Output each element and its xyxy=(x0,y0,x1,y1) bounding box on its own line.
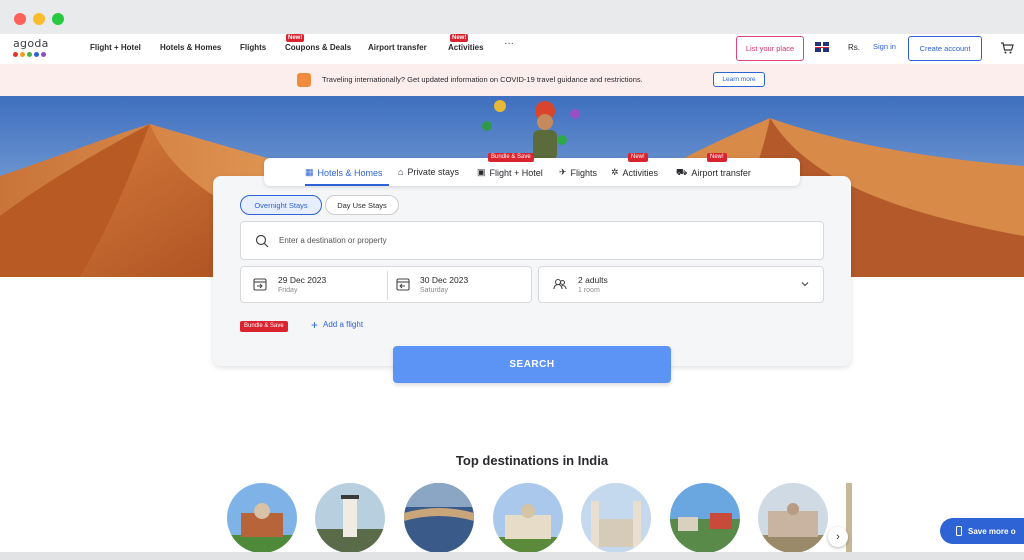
destination-placeholder: Enter a destination or property xyxy=(279,236,387,245)
nav-hotels-homes[interactable]: Hotels & Homes xyxy=(160,43,221,52)
site-header: agoda Flight + Hotel Hotels & Homes Flig… xyxy=(0,34,1024,64)
search-icon xyxy=(255,234,269,248)
logo-dots xyxy=(13,52,57,57)
tab-private-stays[interactable]: ⌂ Private stays xyxy=(398,167,459,177)
maximize-window-button[interactable] xyxy=(52,13,64,25)
destination-photo xyxy=(227,483,297,553)
window-controls xyxy=(14,13,64,25)
save-more-button[interactable]: Save more o xyxy=(940,518,1024,544)
nav-airport-transfer[interactable]: Airport transfer xyxy=(368,43,427,52)
section-title: Top destinations in India xyxy=(455,453,609,468)
new-badge: New! xyxy=(286,34,305,42)
product-tabs: ▦ Hotels & Homes ⌂ Private stays ▣ Fligh… xyxy=(264,158,800,186)
banner-text: Traveling internationally? Get updated i… xyxy=(322,75,643,84)
chevron-right-icon[interactable]: › xyxy=(828,527,848,547)
destination-card[interactable] xyxy=(581,483,651,553)
checkout-date[interactable]: 30 Dec 2023 Saturday xyxy=(388,267,532,302)
calendar-checkout-icon xyxy=(396,278,410,291)
plus-icon: + xyxy=(311,317,319,332)
destination-card[interactable] xyxy=(404,483,474,553)
bundle-save-badge: Bundle & Save xyxy=(240,321,288,332)
web-page: agoda Flight + Hotel Hotels & Homes Flig… xyxy=(0,34,1024,560)
search-button[interactable]: SEARCH xyxy=(393,346,671,383)
phone-icon xyxy=(956,526,962,536)
close-window-button[interactable] xyxy=(14,13,26,25)
currency-selector[interactable]: Rs. xyxy=(848,43,860,52)
tab-flight-hotel[interactable]: ▣ Flight + Hotel xyxy=(477,167,543,178)
bundle-save-tab-badge: Bundle & Save xyxy=(488,153,534,162)
nav-flight-hotel[interactable]: Flight + Hotel xyxy=(90,43,141,52)
destination-photo xyxy=(758,483,828,553)
sign-in-link[interactable]: Sign in xyxy=(873,42,896,51)
nav-flights[interactable]: Flights xyxy=(240,43,266,52)
new-tab-badge: New! xyxy=(707,153,727,162)
agoda-logo[interactable]: agoda xyxy=(13,37,57,61)
destination-card[interactable] xyxy=(758,483,828,553)
travel-info-icon xyxy=(297,73,311,87)
destination-card-partial[interactable] xyxy=(846,483,852,553)
nav-activities[interactable]: Activities xyxy=(448,43,484,52)
house-icon: ⌂ xyxy=(398,167,404,177)
destination-photo xyxy=(404,483,474,553)
bundle-icon: ▣ xyxy=(477,167,486,177)
calendar-checkin-icon xyxy=(253,278,267,291)
plane-icon: ✈ xyxy=(559,167,567,177)
destination-card[interactable] xyxy=(227,483,297,553)
destination-photo xyxy=(315,483,385,553)
more-menu-icon[interactable]: ··· xyxy=(504,38,514,49)
destination-card[interactable] xyxy=(493,483,563,553)
cart-icon[interactable] xyxy=(1000,41,1014,55)
checkin-date[interactable]: 29 Dec 2023 Friday xyxy=(241,267,387,302)
tab-flights[interactable]: ✈ Flights xyxy=(559,167,597,178)
car-icon: ⛟ xyxy=(676,167,688,177)
building-icon: ▦ xyxy=(305,167,314,177)
new-tab-badge: New! xyxy=(628,153,648,162)
date-picker[interactable]: 29 Dec 2023 Friday 30 Dec 2023 Saturday xyxy=(240,266,532,303)
day-use-stays-toggle[interactable]: Day Use Stays xyxy=(325,195,399,215)
new-badge: New! xyxy=(450,34,469,42)
tab-activities[interactable]: ✲ Activities xyxy=(611,167,658,178)
guests-selector[interactable]: 2 adults 1 room xyxy=(538,266,824,303)
destination-card[interactable] xyxy=(315,483,385,553)
destination-input[interactable]: Enter a destination or property xyxy=(240,221,824,260)
tab-hotels-homes[interactable]: ▦ Hotels & Homes xyxy=(305,167,383,178)
minimize-window-button[interactable] xyxy=(33,13,45,25)
nav-coupons-deals[interactable]: Coupons & Deals xyxy=(285,43,351,52)
list-your-place-button[interactable]: List your place xyxy=(736,36,804,61)
destination-photo xyxy=(581,483,651,553)
activity-icon: ✲ xyxy=(611,167,619,177)
browser-window: agoda Flight + Hotel Hotels & Homes Flig… xyxy=(0,0,1024,560)
guests-icon xyxy=(553,278,567,290)
covid-banner: Traveling internationally? Get updated i… xyxy=(0,64,1024,96)
add-flight-button[interactable]: + Add a flight xyxy=(311,317,363,332)
overnight-stays-toggle[interactable]: Overnight Stays xyxy=(240,195,322,215)
destination-card[interactable] xyxy=(670,483,740,553)
destination-photo xyxy=(670,483,740,553)
active-tab-indicator xyxy=(305,184,389,186)
tab-airport-transfer[interactable]: ⛟ Airport transfer xyxy=(676,167,751,179)
chevron-down-icon xyxy=(801,282,809,287)
window-bottom-bar xyxy=(0,552,1024,560)
uk-flag-icon[interactable] xyxy=(815,42,829,52)
destination-photo xyxy=(493,483,563,553)
learn-more-button[interactable]: Learn more xyxy=(713,72,765,87)
create-account-button[interactable]: Create account xyxy=(908,36,982,61)
search-card: Overnight Stays Day Use Stays Enter a de… xyxy=(213,176,851,366)
